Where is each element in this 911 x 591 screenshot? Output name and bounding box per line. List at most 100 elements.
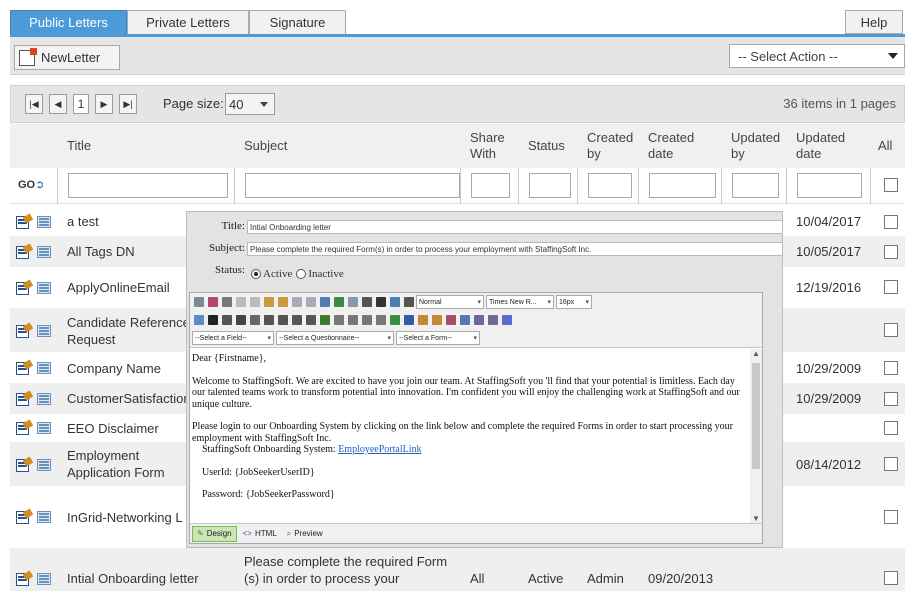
column-created-date[interactable]: Created date [648, 124, 708, 168]
unlink-icon[interactable] [348, 297, 358, 307]
popup-subject-input[interactable]: Please complete the required Form(s) in … [247, 242, 783, 256]
redo-icon[interactable] [306, 297, 316, 307]
employee-portal-link[interactable]: EmployeePortalLink [338, 444, 421, 455]
row-checkbox[interactable] [884, 510, 898, 524]
row-checkbox[interactable] [884, 571, 898, 585]
filter-updated-by-input[interactable] [732, 173, 779, 198]
edit-letter-icon[interactable] [16, 570, 34, 586]
undo-icon[interactable] [292, 297, 302, 307]
select-field-dropdown[interactable]: --Select a Field-- [192, 331, 274, 345]
new-letter-button[interactable]: NewLetter [14, 45, 120, 70]
print-icon[interactable] [194, 297, 204, 307]
strikethrough-icon[interactable] [250, 315, 260, 325]
help-button[interactable]: Help [845, 10, 903, 34]
design-mode-tab[interactable]: ✎ Design [192, 525, 237, 542]
row-checkbox[interactable] [884, 245, 898, 259]
row-checkbox[interactable] [884, 421, 898, 435]
filter-share-with-input[interactable] [471, 173, 510, 198]
bold-icon[interactable] [208, 315, 218, 325]
clear-format-icon[interactable] [488, 315, 498, 325]
format-select[interactable]: Normal [416, 295, 484, 309]
find-icon[interactable] [222, 297, 232, 307]
document-icon[interactable] [362, 297, 372, 307]
edit-letter-icon[interactable] [16, 279, 34, 295]
outdent-icon[interactable] [348, 315, 358, 325]
filter-created-by-input[interactable] [588, 173, 632, 198]
editor-scrollbar[interactable]: ▲ ▼ [750, 349, 762, 523]
column-title[interactable]: Title [67, 124, 91, 168]
row-checkbox[interactable] [884, 215, 898, 229]
view-letter-icon[interactable] [37, 246, 51, 258]
first-page-button[interactable]: |◀ [25, 94, 43, 114]
scrollbar-thumb[interactable] [752, 363, 760, 469]
status-inactive-radio[interactable] [296, 269, 307, 279]
select-action-dropdown[interactable]: -- Select Action -- [729, 44, 905, 68]
background-color-icon[interactable] [418, 315, 428, 325]
copy-icon[interactable] [250, 297, 260, 307]
current-page-number[interactable]: 1 [73, 94, 89, 114]
underline-icon[interactable] [236, 315, 246, 325]
highlight-icon[interactable] [320, 315, 330, 325]
edit-letter-icon[interactable] [16, 508, 34, 524]
paste-options-icon[interactable] [278, 297, 288, 307]
view-letter-icon[interactable] [37, 459, 51, 471]
edit-letter-icon[interactable] [16, 456, 34, 472]
edit-letter-icon[interactable] [16, 243, 34, 259]
column-created-by[interactable]: Created by [587, 124, 639, 168]
filter-subject-input[interactable] [245, 173, 460, 198]
popup-title-input[interactable]: Intial Onboarding letter [247, 220, 783, 234]
prev-page-button[interactable]: ◀ [49, 94, 67, 114]
special-char-icon[interactable] [446, 315, 456, 325]
row-checkbox[interactable] [884, 457, 898, 471]
edit-letter-icon[interactable] [16, 359, 34, 375]
edit-letter-icon[interactable] [16, 322, 34, 338]
table-icon[interactable] [390, 297, 400, 307]
column-share-with[interactable]: Share With [470, 124, 516, 168]
page-size-dropdown[interactable]: 40 [225, 93, 275, 115]
next-page-button[interactable]: ▶ [95, 94, 113, 114]
font-select[interactable]: Times New R... [486, 295, 554, 309]
indent-icon[interactable] [334, 315, 344, 325]
cut-icon[interactable] [236, 297, 246, 307]
select-all-checkbox[interactable] [884, 178, 898, 192]
justify-icon[interactable] [306, 315, 316, 325]
align-left-icon[interactable] [264, 315, 274, 325]
view-letter-icon[interactable] [37, 216, 51, 228]
format-painter-icon[interactable] [432, 315, 442, 325]
row-checkbox[interactable] [884, 323, 898, 337]
rule-icon[interactable] [404, 297, 414, 307]
preview-mode-tab[interactable]: ⌕ Preview [283, 526, 327, 542]
filter-updated-date-input[interactable] [797, 173, 862, 198]
scroll-up-icon[interactable]: ▲ [752, 349, 760, 358]
status-active-radio[interactable] [251, 269, 261, 279]
toggle-toolbar-icon[interactable] [194, 315, 204, 325]
spelling-icon[interactable] [474, 315, 484, 325]
scroll-down-icon[interactable]: ▼ [752, 514, 760, 523]
text-box-icon[interactable] [390, 315, 400, 325]
select-questionnaire-dropdown[interactable]: --Select a Questionnaire-- [276, 331, 394, 345]
view-letter-icon[interactable] [37, 325, 51, 337]
select-form-dropdown[interactable]: --Select a Form-- [396, 331, 480, 345]
go-button[interactable]: GO➲ [18, 178, 44, 191]
tab-public-letters[interactable]: Public Letters [10, 10, 127, 34]
row-checkbox[interactable] [884, 361, 898, 375]
view-letter-icon[interactable] [37, 511, 51, 523]
image-icon[interactable] [320, 297, 330, 307]
row-checkbox[interactable] [884, 280, 898, 294]
column-subject[interactable]: Subject [244, 124, 287, 168]
sticker-icon[interactable] [502, 315, 512, 325]
numbered-list-icon[interactable] [362, 315, 372, 325]
filter-status-input[interactable] [529, 173, 571, 198]
view-letter-icon[interactable] [37, 282, 51, 294]
edit-letter-icon[interactable] [16, 213, 34, 229]
filter-title-input[interactable] [68, 173, 228, 198]
filter-created-date-input[interactable] [649, 173, 716, 198]
tab-private-letters[interactable]: Private Letters [127, 10, 249, 34]
insert-table-icon[interactable] [460, 315, 470, 325]
html-mode-tab[interactable]: <> HTML [239, 526, 281, 542]
italic-icon[interactable] [222, 315, 232, 325]
spellcheck-icon[interactable] [208, 297, 218, 307]
align-center-icon[interactable] [278, 315, 288, 325]
align-right-icon[interactable] [292, 315, 302, 325]
tab-signature[interactable]: Signature [249, 10, 346, 34]
